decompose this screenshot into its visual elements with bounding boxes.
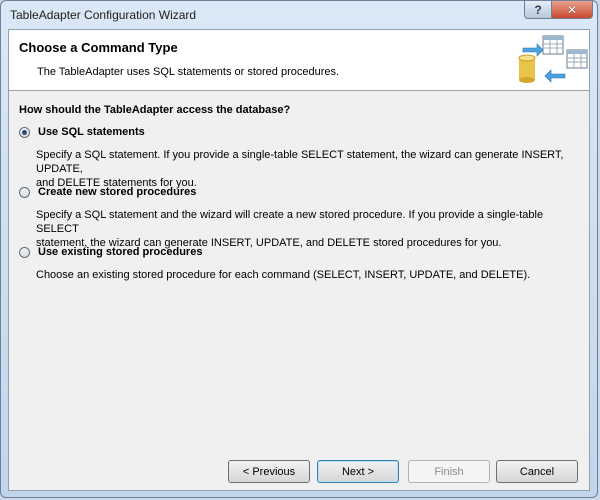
finish-button: Finish bbox=[408, 460, 490, 483]
close-icon: ✕ bbox=[566, 2, 578, 17]
help-icon: ? bbox=[534, 2, 542, 17]
window-title: TableAdapter Configuration Wizard bbox=[10, 8, 197, 22]
arrow-right-icon bbox=[522, 43, 544, 57]
page-title: Choose a Command Type bbox=[19, 40, 178, 55]
arrow-left-icon bbox=[544, 69, 566, 83]
cancel-button[interactable]: Cancel bbox=[496, 460, 578, 483]
option-create-stored-procedures[interactable]: Create new stored procedures bbox=[19, 186, 196, 198]
table-grid-icon-2 bbox=[566, 49, 588, 69]
option-label: Use SQL statements bbox=[38, 126, 145, 138]
description-line: Specify a SQL statement. If you provide … bbox=[36, 149, 564, 175]
title-bar[interactable]: TableAdapter Configuration Wizard ? ✕ bbox=[1, 1, 597, 29]
help-button[interactable]: ? bbox=[524, 1, 552, 19]
database-icon bbox=[518, 54, 536, 83]
previous-button[interactable]: < Previous bbox=[228, 460, 310, 483]
access-question: How should the TableAdapter access the d… bbox=[19, 104, 291, 116]
option-label: Use existing stored procedures bbox=[38, 246, 203, 258]
wizard-window: TableAdapter Configuration Wizard ? ✕ Ch… bbox=[0, 0, 598, 498]
close-button[interactable]: ✕ bbox=[551, 1, 593, 19]
option-description: Choose an existing stored procedure for … bbox=[36, 268, 576, 282]
radio-create-stored-procedures[interactable] bbox=[19, 186, 30, 198]
wizard-header: Choose a Command Type The TableAdapter u… bbox=[9, 30, 589, 91]
option-label: Create new stored procedures bbox=[38, 186, 197, 198]
option-description: Specify a SQL statement. If you provide … bbox=[36, 148, 576, 190]
wizard-body: Choose a Command Type The TableAdapter u… bbox=[8, 29, 590, 491]
database-table-icon bbox=[518, 35, 588, 83]
radio-use-sql-statements[interactable] bbox=[19, 126, 30, 138]
page-subtitle: The TableAdapter uses SQL statements or … bbox=[37, 66, 340, 78]
option-existing-stored-procedures[interactable]: Use existing stored procedures bbox=[19, 246, 202, 258]
option-use-sql-statements[interactable]: Use SQL statements bbox=[19, 126, 145, 138]
next-button[interactable]: Next > bbox=[317, 460, 399, 483]
option-description: Specify a SQL statement and the wizard w… bbox=[36, 208, 576, 250]
description-line: Specify a SQL statement and the wizard w… bbox=[36, 209, 544, 235]
radio-existing-stored-procedures[interactable] bbox=[19, 246, 30, 258]
table-grid-icon bbox=[542, 35, 564, 55]
description-line: Choose an existing stored procedure for … bbox=[36, 269, 531, 281]
